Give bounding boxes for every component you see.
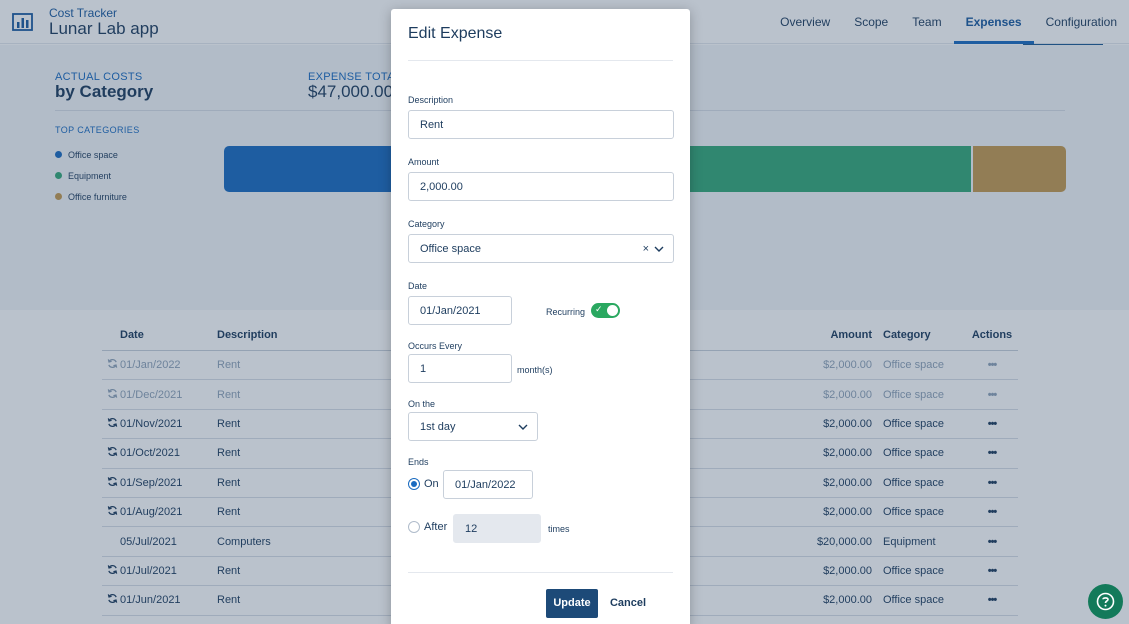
date-input[interactable] bbox=[408, 296, 512, 325]
amount-label: Amount bbox=[408, 157, 440, 167]
edit-expense-dialog: Edit Expense Description Amount Category… bbox=[391, 9, 690, 624]
dialog-divider bbox=[408, 60, 673, 61]
date-label: Date bbox=[408, 281, 428, 291]
category-select[interactable]: Office space × bbox=[408, 234, 674, 263]
occurs-every-input[interactable] bbox=[408, 354, 512, 383]
clear-icon[interactable]: × bbox=[643, 243, 649, 255]
amount-input[interactable] bbox=[408, 172, 674, 201]
help-icon bbox=[1096, 592, 1115, 611]
on-the-selected-value: 1st day bbox=[420, 421, 456, 433]
category-selected-value: Office space bbox=[420, 243, 481, 255]
occurs-unit-label: month(s) bbox=[517, 365, 553, 375]
dialog-title: Edit Expense bbox=[408, 25, 503, 42]
help-button[interactable] bbox=[1088, 584, 1123, 619]
description-input[interactable] bbox=[408, 110, 674, 139]
ends-after-unit-label: times bbox=[548, 524, 570, 534]
recurring-label: Recurring bbox=[546, 307, 586, 317]
toggle-knob bbox=[607, 305, 618, 316]
ends-after-label: After bbox=[424, 521, 448, 533]
ends-on-date-input[interactable] bbox=[443, 470, 533, 499]
ends-label: Ends bbox=[408, 457, 429, 467]
ends-on-radio[interactable] bbox=[408, 478, 420, 490]
on-the-label: On the bbox=[408, 399, 436, 409]
ends-after-radio[interactable] bbox=[408, 521, 420, 533]
cancel-button[interactable]: Cancel bbox=[606, 589, 650, 618]
dialog-footer-divider bbox=[408, 572, 673, 573]
ends-after-count-input[interactable] bbox=[453, 514, 541, 543]
check-icon: ✓ bbox=[595, 304, 603, 314]
chevron-down-icon[interactable] bbox=[653, 243, 665, 255]
ends-on-label: On bbox=[424, 478, 439, 490]
on-the-select[interactable]: 1st day bbox=[408, 412, 538, 441]
recurring-toggle[interactable]: ✓ bbox=[591, 303, 620, 318]
category-label: Category bbox=[408, 219, 445, 229]
update-button[interactable]: Update bbox=[546, 589, 598, 618]
description-label: Description bbox=[408, 95, 454, 105]
occurs-every-label: Occurs Every bbox=[408, 341, 463, 351]
chevron-down-icon[interactable] bbox=[517, 421, 529, 433]
